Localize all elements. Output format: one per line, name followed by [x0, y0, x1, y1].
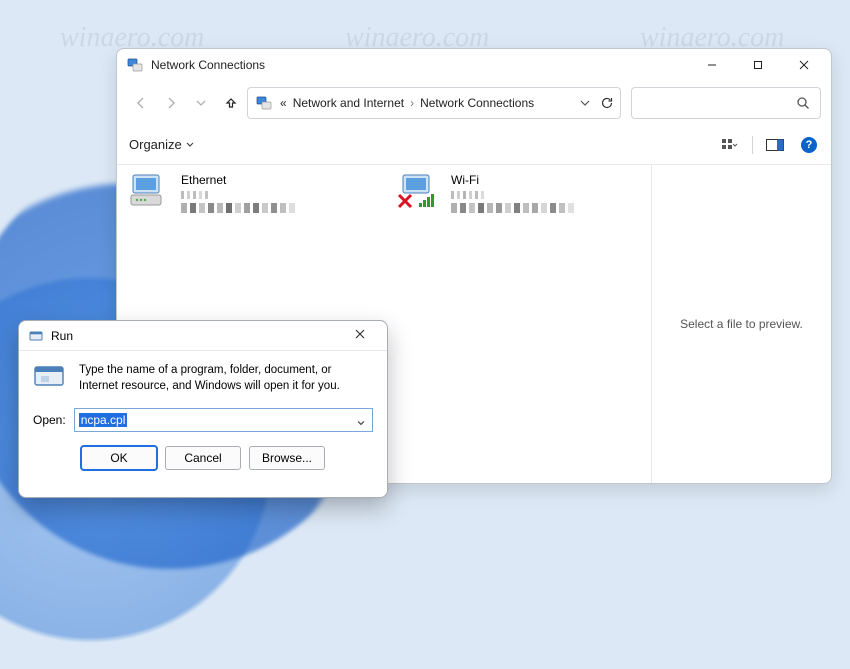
window-title: Network Connections — [151, 58, 689, 72]
nav-toolbar: « Network and Internet › Network Connect… — [117, 81, 831, 125]
run-icon — [29, 329, 43, 343]
chevron-down-icon — [186, 141, 194, 149]
help-button[interactable]: ? — [797, 133, 821, 157]
network-connections-icon — [127, 57, 143, 73]
address-bar[interactable]: « Network and Internet › Network Connect… — [247, 87, 621, 119]
organize-button[interactable]: Organize — [129, 137, 194, 152]
browse-button[interactable]: Browse... — [249, 446, 325, 470]
open-label: Open: — [33, 413, 66, 427]
command-bar: Organize ? — [117, 125, 831, 165]
open-combobox[interactable]: ncpa.cpl ⌄ — [74, 408, 373, 432]
chevron-down-icon[interactable] — [580, 98, 590, 108]
breadcrumb[interactable]: Network and Internet — [291, 94, 406, 112]
blurred-text — [451, 191, 637, 199]
search-input[interactable] — [631, 87, 821, 119]
open-value: ncpa.cpl — [79, 413, 128, 427]
disabled-x-icon — [399, 195, 411, 207]
divider — [752, 136, 753, 154]
refresh-icon[interactable] — [600, 96, 614, 110]
wifi-adapter-icon — [397, 173, 443, 211]
maximize-button[interactable] — [735, 50, 781, 80]
ok-button[interactable]: OK — [81, 446, 157, 470]
view-options-button[interactable] — [718, 133, 742, 157]
preview-pane-button[interactable] — [763, 133, 787, 157]
connection-name: Wi-Fi — [451, 173, 637, 187]
cancel-button[interactable]: Cancel — [165, 446, 241, 470]
connection-name: Ethernet — [181, 173, 367, 187]
titlebar[interactable]: Network Connections — [117, 49, 831, 81]
up-button[interactable] — [217, 89, 245, 117]
preview-placeholder: Select a file to preview. — [680, 317, 803, 331]
connection-item[interactable]: Ethernet — [127, 173, 367, 213]
back-button[interactable] — [127, 89, 155, 117]
search-icon — [796, 96, 810, 110]
preview-pane: Select a file to preview. — [651, 165, 831, 483]
help-icon: ? — [801, 137, 817, 153]
forward-button[interactable] — [157, 89, 185, 117]
minimize-button[interactable] — [689, 50, 735, 80]
run-dialog: Run Type the name of a program, folder, … — [18, 320, 388, 498]
breadcrumb-overflow[interactable]: « — [278, 94, 289, 112]
ethernet-adapter-icon — [127, 173, 173, 211]
recent-locations-button[interactable] — [187, 89, 215, 117]
connection-item[interactable]: Wi-Fi — [397, 173, 637, 213]
chevron-right-icon[interactable]: › — [408, 96, 416, 110]
run-description: Type the name of a program, folder, docu… — [79, 363, 373, 394]
network-connections-icon — [256, 95, 272, 111]
close-button[interactable] — [351, 324, 381, 348]
blurred-text — [181, 203, 367, 213]
run-dialog-icon — [33, 363, 67, 391]
run-title: Run — [51, 329, 351, 343]
blurred-text — [451, 203, 637, 213]
run-titlebar[interactable]: Run — [19, 321, 387, 351]
breadcrumb[interactable]: Network Connections — [418, 94, 536, 112]
close-button[interactable] — [781, 50, 827, 80]
blurred-text — [181, 191, 367, 199]
chevron-down-icon[interactable]: ⌄ — [352, 410, 370, 430]
organize-label: Organize — [129, 137, 182, 152]
